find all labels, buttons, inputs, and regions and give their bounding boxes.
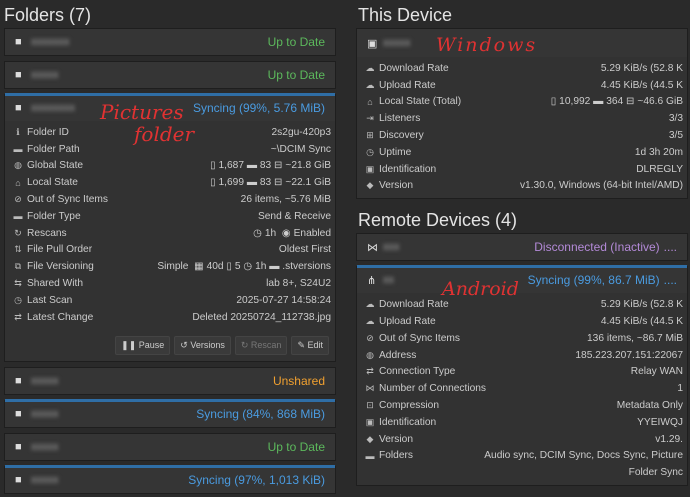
copy-icon: ⧉: [14, 261, 22, 272]
upload-icon: ☁: [365, 316, 375, 327]
remote-devices-title: Remote Devices (4): [358, 210, 518, 231]
home-icon: ⌂: [15, 177, 21, 188]
link-icon: ⇄: [366, 366, 374, 377]
sitemap-icon: ⋔: [367, 274, 377, 287]
annotation-folder: folder: [134, 122, 195, 146]
this-device-title: This Device: [358, 5, 453, 25]
folder-status: Up to Date: [267, 439, 325, 454]
out-of-sync-link[interactable]: 136 items, ~86.7 MiB: [587, 333, 683, 344]
qrcode-icon: ▣: [365, 416, 375, 427]
versions-button[interactable]: ↺ Versions: [174, 335, 231, 355]
last-scan-row: ◷ Last Scan 2025-07-27 14:58:24: [5, 292, 335, 309]
clock-icon: ◷: [366, 146, 374, 157]
connections-icon: ⋈: [365, 383, 375, 394]
listeners-value[interactable]: 3/3: [669, 113, 683, 124]
download-icon: ☁: [365, 62, 375, 73]
globe-icon: ◍: [14, 160, 22, 171]
tag-icon: ◆: [366, 180, 374, 191]
folder-panel[interactable]: ■ xxxxx Unshared: [4, 366, 336, 395]
globe-icon: ◍: [366, 349, 374, 360]
exclamation-icon: ⊘: [366, 332, 374, 343]
folder-panel[interactable]: ■ xxxxx Syncing (84%, 868 MiB): [4, 398, 336, 428]
qrcode-icon: ▣: [365, 163, 375, 174]
folder-panel[interactable]: ■ xxxxxxx Up to Date: [4, 28, 336, 56]
versioning-row: ⧉ File Versioning Simple ▦ 40d ▯ 5 ◷ 1h ▬ …: [5, 258, 335, 275]
latest-change-row: ⇄ Latest Change Deleted 20250724_112738.jp…: [5, 309, 335, 326]
folder-open-icon: ▬: [13, 144, 23, 155]
home-icon: ⌂: [367, 96, 373, 107]
folder-icon: ▬: [13, 211, 23, 222]
info-icon: ℹ: [16, 126, 20, 137]
folder-type-row: ▬ Folder Type Send & Receive: [5, 208, 335, 225]
pause-button[interactable]: ❚❚ Pause: [115, 335, 171, 355]
exchange-icon: ⇄: [14, 311, 22, 322]
link-icon: ⋈: [367, 241, 378, 254]
folder-status: Syncing (97%, 1,013 KiB): [188, 472, 325, 487]
folder-icon: ▬: [365, 450, 375, 461]
folder-icon: ■: [15, 374, 22, 387]
pull-order-row: ⇅ File Pull Order Oldest First: [5, 242, 335, 259]
refresh-icon: ↻: [14, 227, 22, 238]
folder-icon: ■: [15, 407, 22, 420]
folder-panel[interactable]: ■ xxxxx Up to Date: [4, 61, 336, 89]
exclamation-icon: ⊘: [14, 194, 22, 205]
download-icon: ☁: [365, 299, 375, 310]
folders-title: Folders (7): [4, 5, 92, 25]
share-icon: ⇆: [14, 278, 22, 289]
compress-icon: ⊡: [366, 400, 374, 411]
upload-icon: ☁: [365, 79, 375, 90]
qrcode-icon: ▣: [367, 37, 378, 50]
devices-column: This Device ▣ xxxxx ☁ Download Rate 5.29 Ki…: [356, 0, 690, 491]
folder-icon: ■: [15, 473, 22, 486]
discovery-value[interactable]: 3/5: [669, 130, 683, 141]
signin-icon: ⇥: [366, 113, 374, 124]
folder-status: Syncing (84%, 868 MiB): [196, 406, 325, 421]
folder-icon: ■: [15, 69, 22, 81]
edit-button[interactable]: ✎ Edit: [291, 335, 329, 355]
folder-icon: ■: [15, 102, 22, 114]
out-of-sync-row[interactable]: ⊘ Out of Sync Items 26 items, ~5.76 MiB: [5, 191, 335, 208]
remote-device-panel-expanded[interactable]: ⋔ xx Syncing (99%, 86.7 MiB).... ☁ Download…: [356, 265, 688, 487]
local-state-row: ⌂ Local State ▯ 1,699 ▬ 83 ⊟ ~22.1 GiB: [5, 174, 335, 191]
folder-icon: ■: [15, 36, 22, 48]
shared-with-row[interactable]: ⇆ Shared With lab 8+, S24U2: [5, 275, 335, 292]
sort-icon: ⇅: [14, 244, 22, 255]
remote-device-panel[interactable]: ⋈ xxx Disconnected (Inactive)....: [356, 233, 688, 262]
folder-panel[interactable]: ■ xxxxx Up to Date: [4, 432, 336, 461]
annotation-pictures: Pictures: [100, 100, 184, 124]
folders-column: Folders (7) ■ xxxxxxx Up to Date ■ xxxxx Up …: [0, 0, 340, 497]
remote-identification-value[interactable]: YYEIWQJ: [637, 417, 683, 428]
folder-status: Syncing (99%, 5.76 MiB): [192, 101, 325, 115]
folder-status: Up to Date: [267, 35, 325, 49]
folder-status: Unshared: [272, 373, 325, 388]
annotation-android: Android: [442, 278, 519, 300]
rescans-row: ↻ Rescans ◷ 1h ◉ Enabled: [5, 225, 335, 242]
identification-value[interactable]: DLREGLY: [636, 164, 683, 175]
clock-icon: ◷: [14, 294, 22, 305]
folder-panel[interactable]: ■ xxxxx Syncing (97%, 1,013 KiB): [4, 464, 336, 494]
folder-status: Up to Date: [267, 68, 325, 82]
rescan-button[interactable]: ↻ Rescan: [234, 335, 288, 355]
annotation-windows: Windows: [436, 34, 538, 56]
signpost-icon: ⊞: [366, 130, 374, 141]
folder-icon: ■: [15, 440, 22, 453]
global-state-row: ◍ Global State ▯ 1,687 ▬ 83 ⊟ ~21.8 GiB: [5, 158, 335, 175]
tag-icon: ◆: [366, 433, 374, 444]
